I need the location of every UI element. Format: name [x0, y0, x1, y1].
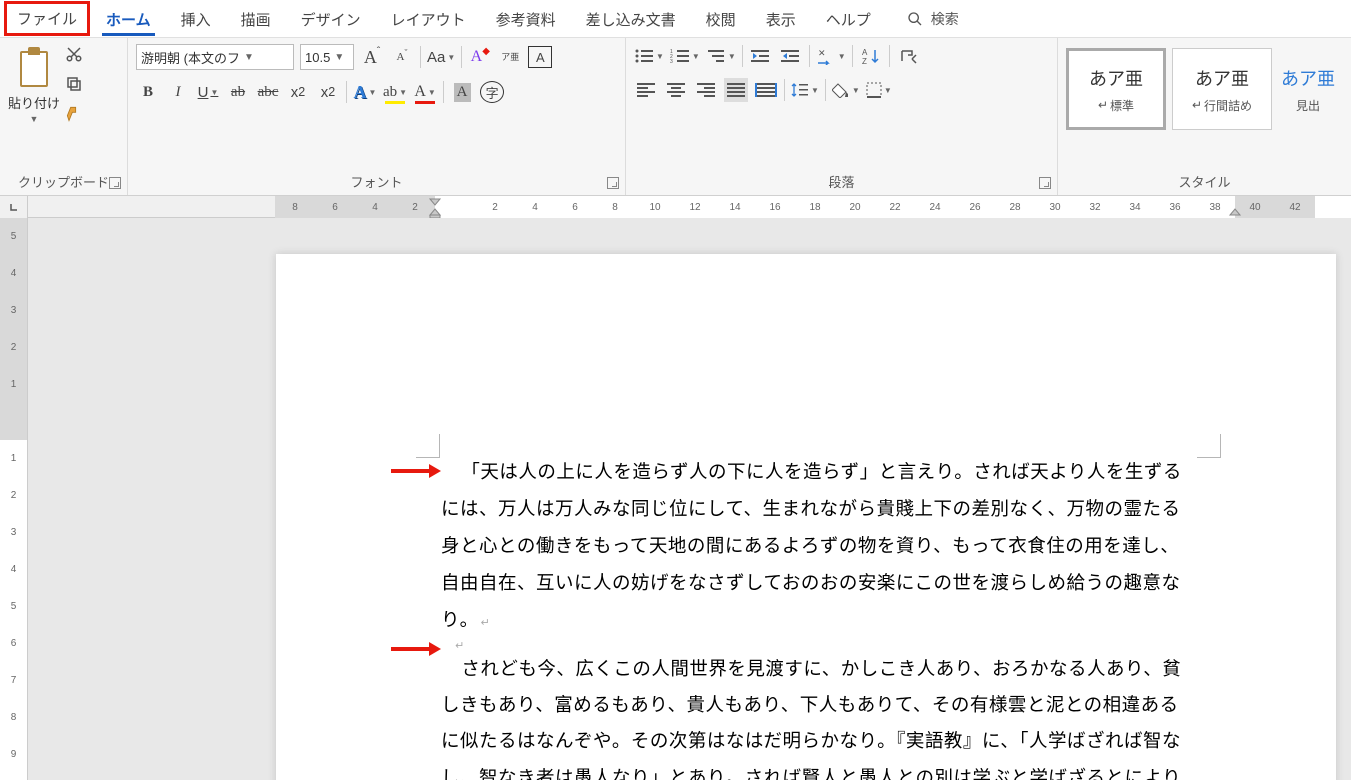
tab-file[interactable]: ファイル — [4, 1, 90, 36]
show-marks-button[interactable] — [896, 44, 920, 68]
annotation-arrow-2 — [391, 642, 441, 656]
crop-mark-tl — [416, 434, 440, 458]
ruler-horizontal[interactable]: 8642246810121416182022242628303234363840… — [0, 196, 1351, 218]
tab-layout[interactable]: レイアウト — [377, 1, 480, 36]
group-font: 游明朝 (本文のフ▼ 10.5▼ Aˆ Aˇ Aa▼ A◆ ア亜 A B I U… — [128, 38, 626, 195]
increase-indent-button[interactable] — [779, 44, 803, 68]
grow-font-button[interactable]: Aˆ — [360, 45, 384, 69]
search-box[interactable]: 検索 — [907, 9, 959, 29]
annotation-arrow-1 — [391, 464, 441, 478]
character-border-button[interactable]: A — [528, 46, 552, 68]
group-paragraph-label: 段落 — [634, 168, 1049, 193]
text-effects-button[interactable]: A▼ — [353, 80, 377, 104]
tab-insert[interactable]: 挿入 — [167, 1, 225, 36]
font-dialog-launcher[interactable] — [607, 177, 619, 189]
svg-text:3: 3 — [670, 59, 673, 64]
strikethrough-button[interactable]: ab — [226, 80, 250, 104]
ribbon: 貼り付け ▼ クリップボード 游明朝 (本文のフ▼ 10.5▼ Aˆ Aˇ Aa… — [0, 38, 1351, 196]
double-strikethrough-button[interactable]: abc — [256, 80, 280, 104]
align-justify-button[interactable] — [724, 78, 748, 102]
group-clipboard-label: クリップボード — [8, 168, 119, 193]
paste-label: 貼り付け — [8, 93, 60, 112]
italic-button[interactable]: I — [166, 80, 190, 104]
group-font-label: フォント — [136, 168, 617, 193]
numbering-button[interactable]: 123▼ — [670, 44, 700, 68]
svg-text:A: A — [862, 48, 868, 57]
search-placeholder: 検索 — [931, 9, 959, 29]
tab-view[interactable]: 表示 — [752, 1, 810, 36]
underline-button[interactable]: U▼ — [196, 80, 220, 104]
distribute-button[interactable] — [754, 78, 778, 102]
paragraph-2[interactable]: されども今、広くこの人間世界を見渡すに、かしこき人あり、おろかなる人あり、貧しき… — [441, 652, 1196, 780]
group-styles: あア亜 ↵標準 あア亜 ↵行間詰め あア亜 見出 スタイル — [1058, 38, 1351, 195]
search-icon — [907, 11, 923, 27]
crop-mark-tr — [1197, 434, 1221, 458]
superscript-button[interactable]: x2 — [316, 80, 340, 104]
tab-bar: ファイル ホーム 挿入 描画 デザイン レイアウト 参考資料 差し込み文書 校閲… — [0, 0, 1351, 38]
tab-home[interactable]: ホーム — [92, 1, 165, 36]
character-shading-button[interactable]: A — [450, 80, 474, 104]
font-size-combo[interactable]: 10.5▼ — [300, 44, 354, 70]
change-case-button[interactable]: Aa▼ — [427, 45, 455, 69]
align-right-button[interactable] — [694, 78, 718, 102]
font-color-button[interactable]: A▼ — [413, 80, 437, 104]
tab-draw[interactable]: 描画 — [227, 1, 285, 36]
decrease-indent-button[interactable] — [749, 44, 773, 68]
line-spacing-button[interactable]: ▼ — [791, 78, 819, 102]
align-center-button[interactable] — [664, 78, 688, 102]
clipboard-dialog-launcher[interactable] — [109, 177, 121, 189]
multilevel-list-button[interactable]: ▼ — [706, 44, 736, 68]
style-normal[interactable]: あア亜 ↵標準 — [1066, 48, 1166, 130]
shrink-font-button[interactable]: Aˇ — [390, 45, 414, 69]
tab-help[interactable]: ヘルプ — [812, 1, 885, 36]
tab-mailings[interactable]: 差し込み文書 — [572, 1, 690, 36]
bullets-button[interactable]: ▼ — [634, 44, 664, 68]
group-clipboard: 貼り付け ▼ クリップボード — [0, 38, 128, 195]
format-painter-icon[interactable] — [64, 104, 84, 124]
tab-review[interactable]: 校閲 — [692, 1, 750, 36]
shading-button[interactable]: ▼ — [832, 78, 860, 102]
enclose-characters-button[interactable]: 字 — [480, 81, 504, 103]
svg-text:✕: ✕ — [818, 48, 826, 58]
paragraph-dialog-launcher[interactable] — [1039, 177, 1051, 189]
tab-selector[interactable] — [0, 196, 28, 218]
borders-button[interactable]: ▼ — [866, 78, 892, 102]
tab-design[interactable]: デザイン — [287, 1, 375, 36]
paste-button[interactable]: 貼り付け ▼ — [8, 45, 60, 124]
page[interactable]: 「天は人の上に人を造らず人の下に人を造らず」と言えり。されば天より人を生ずるには… — [276, 254, 1336, 780]
highlight-button[interactable]: ab▼ — [383, 80, 407, 104]
ruler-vertical[interactable]: 54321123456789 — [0, 218, 28, 780]
svg-text:Z: Z — [862, 57, 867, 65]
paragraph-1[interactable]: 「天は人の上に人を造らず人の下に人を造らず」と言えり。されば天より人を生ずるには… — [441, 454, 1196, 639]
tab-references[interactable]: 参考資料 — [482, 1, 570, 36]
group-paragraph: ▼ 123▼ ▼ ✕▼ AZ ▼ — [626, 38, 1058, 195]
clear-formatting-button[interactable]: A◆ — [468, 45, 492, 69]
sort-button[interactable]: AZ — [859, 44, 883, 68]
cut-icon[interactable] — [64, 44, 84, 64]
group-styles-label: スタイル — [1066, 168, 1343, 193]
bold-button[interactable]: B — [136, 80, 160, 104]
style-no-spacing[interactable]: あア亜 ↵行間詰め — [1172, 48, 1272, 130]
subscript-button[interactable]: x2 — [286, 80, 310, 104]
document-area: 54321123456789 「天は人の上に人を造らず人の下に人を造らず」と言え… — [0, 218, 1351, 780]
phonetic-guide-button[interactable]: ア亜 — [498, 45, 522, 69]
style-heading1[interactable]: あア亜 見出 — [1278, 48, 1338, 130]
copy-icon[interactable] — [64, 74, 84, 94]
align-left-button[interactable] — [634, 78, 658, 102]
asian-layout-button[interactable]: ✕▼ — [816, 44, 846, 68]
font-name-combo[interactable]: 游明朝 (本文のフ▼ — [136, 44, 294, 70]
